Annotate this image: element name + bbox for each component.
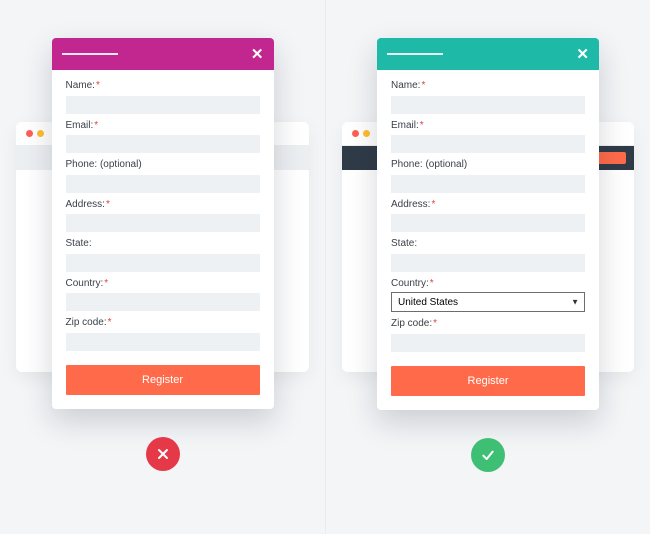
name-input[interactable] — [66, 96, 260, 114]
label-address: Address:* — [391, 199, 585, 210]
zip-input[interactable] — [391, 334, 585, 352]
field-name: Name:* — [66, 80, 260, 114]
email-input[interactable] — [391, 135, 585, 153]
email-input[interactable] — [66, 135, 260, 153]
country-input[interactable] — [66, 293, 260, 311]
name-input[interactable] — [391, 96, 585, 114]
label-email: Email:* — [66, 120, 260, 131]
label-phone: Phone: (optional) — [66, 159, 260, 170]
label-zip: Zip code:* — [66, 317, 260, 328]
label-zip: Zip code:* — [391, 318, 585, 329]
field-country: Country:* United States ▼ — [391, 278, 585, 313]
phone-input[interactable] — [66, 175, 260, 193]
field-country: Country:* — [66, 278, 260, 312]
field-email: Email:* — [66, 120, 260, 154]
header-decoration — [62, 53, 118, 55]
register-button[interactable]: Register — [66, 365, 260, 395]
field-zip: Zip code:* — [66, 317, 260, 351]
label-state: State: — [66, 238, 260, 249]
register-modal: ✕ Name:* Email:* Phone: (optional) Addre… — [52, 38, 274, 409]
register-button[interactable]: Register — [391, 366, 585, 396]
verdict-good-icon — [471, 438, 505, 472]
field-phone: Phone: (optional) — [66, 159, 260, 193]
traffic-light-red — [352, 130, 359, 137]
modal-body: Name:* Email:* Phone: (optional) Address… — [377, 70, 599, 410]
traffic-light-yellow — [37, 130, 44, 137]
modal-header: ✕ — [377, 38, 599, 70]
field-name: Name:* — [391, 80, 585, 114]
header-decoration — [387, 53, 443, 55]
label-state: State: — [391, 238, 585, 249]
field-state: State: — [391, 238, 585, 272]
verdict-bad-icon — [146, 437, 180, 471]
label-country: Country:* — [66, 278, 260, 289]
traffic-light-red — [26, 130, 33, 137]
label-country: Country:* — [391, 278, 585, 289]
field-phone: Phone: (optional) — [391, 159, 585, 193]
field-state: State: — [66, 238, 260, 272]
country-select-wrap: United States ▼ — [391, 292, 585, 313]
modal-header: ✕ — [52, 38, 274, 70]
register-modal: ✕ Name:* Email:* Phone: (optional) Addre… — [377, 38, 599, 410]
modal-body: Name:* Email:* Phone: (optional) Address… — [52, 70, 274, 409]
label-email: Email:* — [391, 120, 585, 131]
address-input[interactable] — [391, 214, 585, 232]
field-address: Address:* — [66, 199, 260, 233]
close-icon[interactable]: ✕ — [576, 47, 589, 62]
example-bad: ✕ Name:* Email:* Phone: (optional) Addre… — [0, 0, 325, 534]
example-good: ✕ Name:* Email:* Phone: (optional) Addre… — [325, 0, 650, 534]
country-select[interactable]: United States — [391, 292, 585, 312]
close-icon[interactable]: ✕ — [251, 47, 264, 62]
address-input[interactable] — [66, 214, 260, 232]
zip-input[interactable] — [66, 333, 260, 351]
label-name: Name:* — [66, 80, 260, 91]
label-name: Name:* — [391, 80, 585, 91]
traffic-light-yellow — [363, 130, 370, 137]
field-email: Email:* — [391, 120, 585, 154]
state-input[interactable] — [391, 254, 585, 272]
state-input[interactable] — [66, 254, 260, 272]
field-zip: Zip code:* — [391, 318, 585, 352]
label-address: Address:* — [66, 199, 260, 210]
phone-input[interactable] — [391, 175, 585, 193]
label-phone: Phone: (optional) — [391, 159, 585, 170]
field-address: Address:* — [391, 199, 585, 233]
